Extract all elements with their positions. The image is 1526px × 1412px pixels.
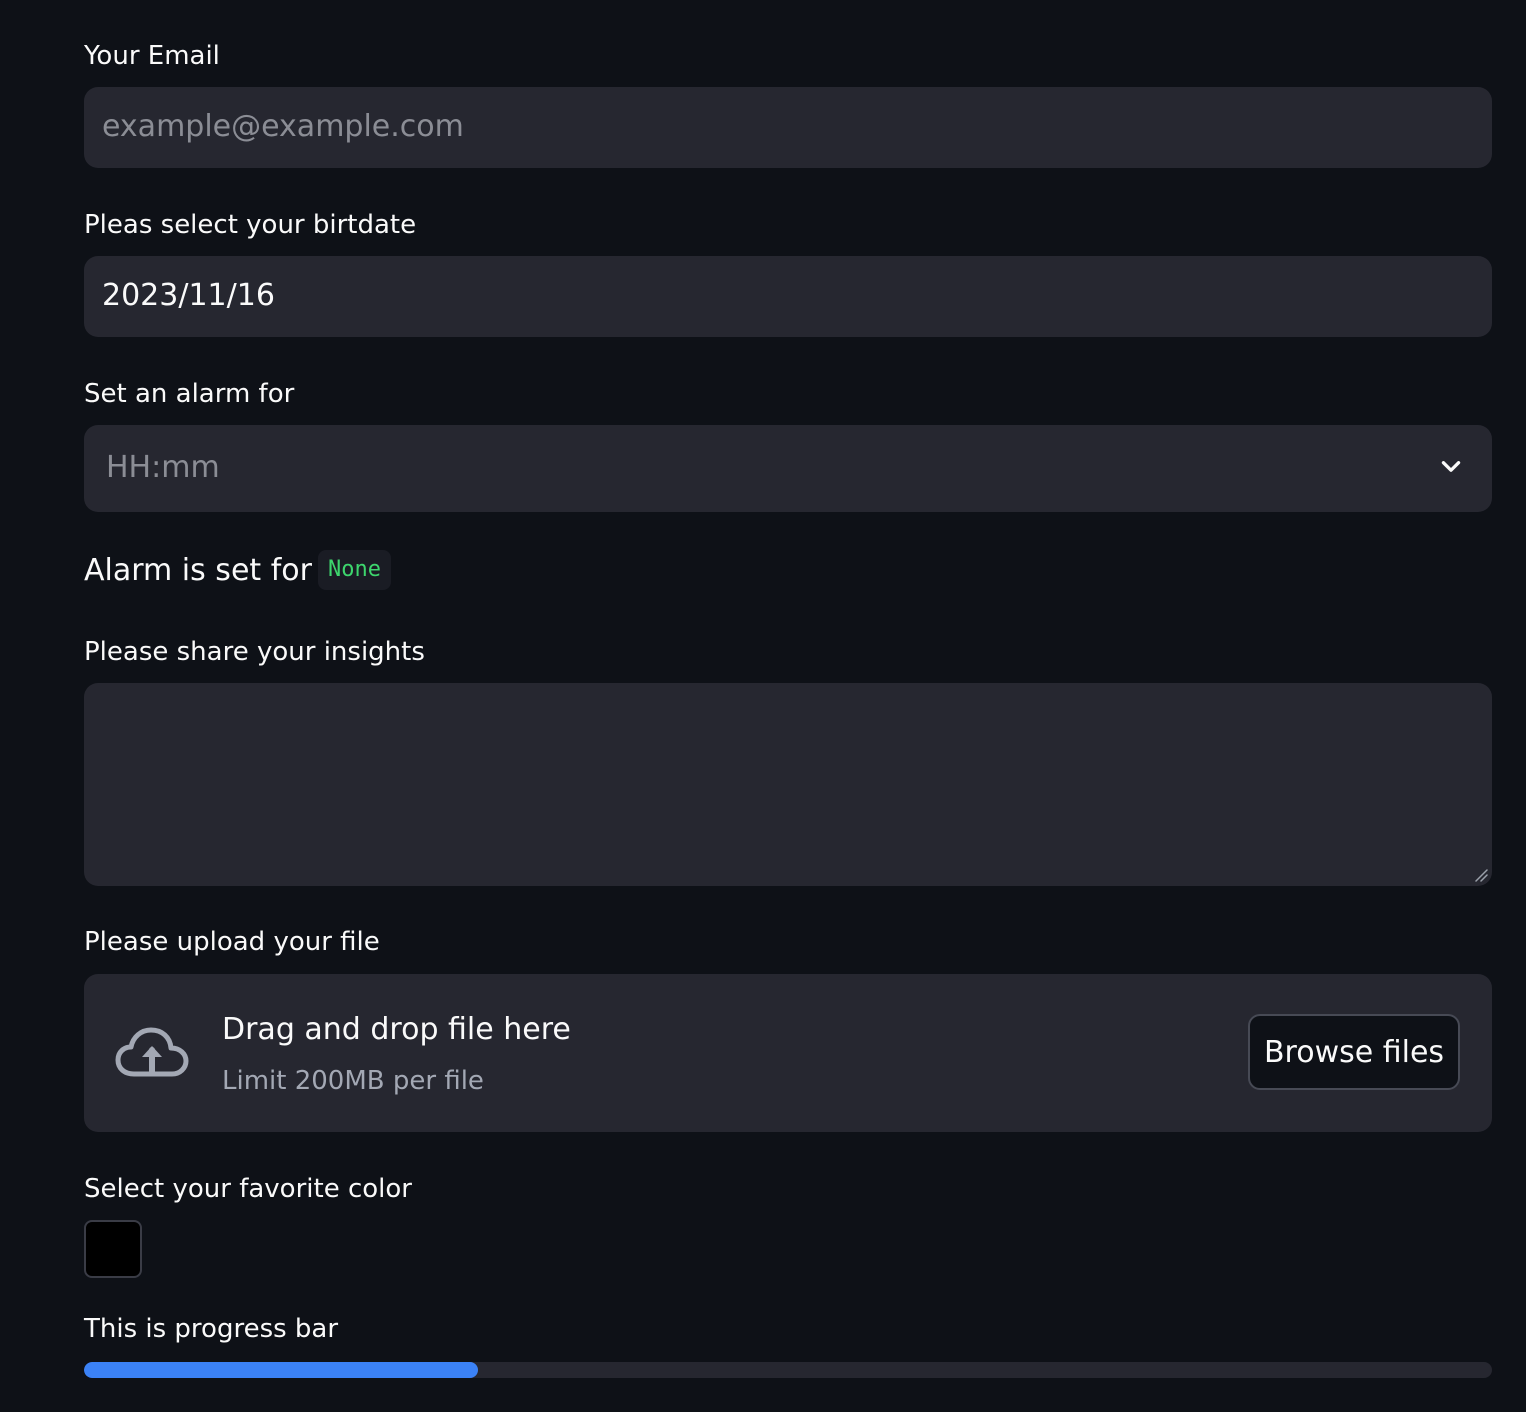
upload-label: Please upload your file (84, 927, 380, 957)
form-page: Your Email example@example.com Pleas sel… (0, 0, 1526, 1412)
cloud-upload-icon (115, 1027, 189, 1077)
alarm-time-select[interactable]: HH:mm (84, 425, 1492, 512)
birthdate-value: 2023/11/16 (102, 278, 275, 313)
color-picker-swatch[interactable] (84, 1220, 142, 1278)
birthdate-field[interactable]: 2023/11/16 (84, 256, 1492, 337)
upload-limit: Limit 200MB per file (222, 1066, 484, 1096)
alarm-status-text: Alarm is set for (84, 552, 312, 588)
browse-files-button[interactable]: Browse files (1248, 1014, 1460, 1090)
insights-label: Please share your insights (84, 637, 425, 667)
email-field[interactable]: example@example.com (84, 87, 1492, 168)
file-dropzone[interactable]: Drag and drop file here Limit 200MB per … (84, 974, 1492, 1132)
insights-textarea[interactable] (84, 683, 1492, 886)
progress-bar (84, 1362, 1492, 1378)
resize-handle-icon[interactable] (1474, 868, 1488, 882)
progress-label: This is progress bar (84, 1314, 339, 1344)
alarm-label: Set an alarm for (84, 379, 295, 409)
email-label: Your Email (84, 41, 220, 71)
email-placeholder: example@example.com (102, 109, 464, 144)
alarm-status: Alarm is set for None (84, 548, 391, 592)
color-label: Select your favorite color (84, 1174, 412, 1204)
upload-title: Drag and drop file here (222, 1012, 571, 1047)
birthdate-label: Pleas select your birtdate (84, 210, 417, 240)
alarm-status-value: None (317, 550, 391, 590)
progress-bar-fill (84, 1362, 479, 1378)
alarm-placeholder: HH:mm (106, 450, 220, 485)
chevron-down-icon[interactable] (1438, 454, 1464, 480)
